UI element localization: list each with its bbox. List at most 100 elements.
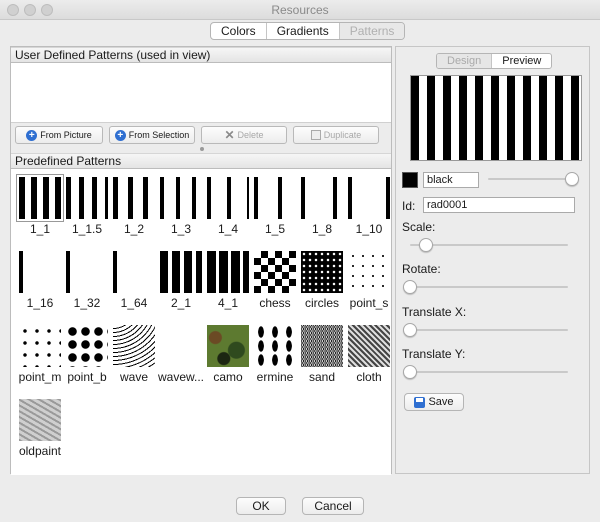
- tab-design[interactable]: Design: [437, 54, 493, 68]
- pattern-item[interactable]: chess: [250, 251, 300, 310]
- pattern-label: 4_1: [217, 296, 239, 310]
- resource-type-tabs: Colors Gradients Patterns: [210, 22, 406, 40]
- user-patterns-header: User Defined Patterns (used in view): [11, 47, 391, 63]
- pattern-label: 1_8: [311, 222, 333, 236]
- pattern-swatch: [254, 325, 296, 367]
- pattern-item[interactable]: camo: [203, 325, 253, 384]
- pattern-label: camo: [213, 370, 243, 384]
- delete-button[interactable]: ✕ Delete: [201, 126, 287, 144]
- pattern-label: 1_64: [120, 296, 148, 310]
- pattern-item[interactable]: 4_1: [203, 251, 253, 310]
- pattern-swatch: [16, 174, 64, 222]
- pattern-label: wave: [119, 370, 148, 384]
- translate-y-slider-track[interactable]: [410, 371, 568, 373]
- pattern-swatch: [207, 251, 249, 293]
- pattern-item[interactable]: 1_5: [250, 177, 300, 236]
- panel-splitter[interactable]: [11, 145, 391, 153]
- scale-slider-thumb[interactable]: [418, 238, 433, 252]
- user-patterns-list[interactable]: [11, 63, 391, 123]
- pattern-item[interactable]: 1_2: [109, 177, 159, 236]
- pattern-swatch: [301, 177, 343, 219]
- pattern-item[interactable]: wave: [109, 325, 159, 384]
- pattern-item[interactable]: 1_1.5: [62, 177, 112, 236]
- tab-gradients[interactable]: Gradients: [267, 23, 340, 39]
- id-field[interactable]: rad0001: [423, 197, 575, 213]
- pattern-swatch: [113, 251, 155, 293]
- pattern-item[interactable]: 1_4: [203, 177, 253, 236]
- color-name-field[interactable]: black: [423, 172, 479, 188]
- cancel-button[interactable]: Cancel: [302, 497, 364, 515]
- pattern-label: sand: [308, 370, 336, 384]
- duplicate-button[interactable]: Duplicate: [293, 126, 379, 144]
- pattern-item[interactable]: 1_1: [15, 174, 65, 236]
- pattern-label: ermine: [256, 370, 294, 384]
- pattern-swatch: [348, 251, 390, 293]
- color-swatch[interactable]: [402, 172, 418, 188]
- pattern-item[interactable]: cloth: [344, 325, 394, 384]
- pattern-label: circles: [304, 296, 339, 310]
- translate-x-slider-thumb[interactable]: [403, 323, 417, 337]
- pattern-label: chess: [259, 296, 291, 310]
- pattern-swatch: [301, 251, 343, 293]
- pattern-item[interactable]: point_s: [344, 251, 394, 310]
- pattern-label: cloth: [356, 370, 382, 384]
- pattern-item[interactable]: 1_64: [109, 251, 159, 310]
- pattern-item[interactable]: circles: [297, 251, 347, 310]
- color-slider-thumb[interactable]: [565, 172, 579, 186]
- translate-x-slider-track[interactable]: [410, 329, 568, 331]
- pattern-label: 1_32: [73, 296, 101, 310]
- pattern-swatch: [348, 325, 390, 367]
- pattern-swatch: [66, 251, 108, 293]
- pattern-label: 1_1: [29, 222, 51, 236]
- from-selection-label: From Selection: [128, 130, 190, 140]
- tab-patterns[interactable]: Patterns: [339, 23, 405, 39]
- ok-button[interactable]: OK: [236, 497, 286, 515]
- plus-icon: +: [114, 129, 126, 141]
- translate-y-label: Translate Y:: [402, 347, 466, 361]
- pattern-item[interactable]: ermine: [250, 325, 300, 384]
- pattern-label: point_m: [18, 370, 62, 384]
- pattern-item[interactable]: point_b: [62, 325, 112, 384]
- scale-slider-track[interactable]: [410, 244, 568, 246]
- pattern-swatch: [19, 325, 61, 367]
- pattern-swatch: [207, 177, 249, 219]
- pattern-swatch: [301, 325, 343, 367]
- tab-colors[interactable]: Colors: [211, 23, 267, 39]
- save-label: Save: [428, 396, 454, 408]
- pattern-label: point_s: [349, 296, 389, 310]
- pattern-swatch: [19, 251, 61, 293]
- pattern-item[interactable]: sand: [297, 325, 347, 384]
- save-button[interactable]: Save: [404, 393, 464, 411]
- translate-x-label: Translate X:: [402, 305, 467, 319]
- pattern-label: point_b: [67, 370, 107, 384]
- from-selection-button[interactable]: + From Selection: [109, 126, 195, 144]
- pattern-item[interactable]: 1_10: [344, 177, 394, 236]
- duplicate-label: Duplicate: [323, 130, 362, 140]
- pattern-label: 1_5: [264, 222, 286, 236]
- pattern-item[interactable]: 1_16: [15, 251, 65, 310]
- pattern-swatch: [113, 325, 155, 367]
- pattern-item[interactable]: oldpaint: [15, 399, 65, 458]
- pattern-swatch: [66, 325, 108, 367]
- pattern-label: oldpaint: [18, 444, 62, 458]
- from-picture-button[interactable]: + From Picture: [15, 126, 103, 144]
- pattern-item[interactable]: wavew...: [156, 325, 206, 384]
- pattern-swatch: [113, 177, 155, 219]
- color-slider-track[interactable]: [488, 178, 572, 180]
- pattern-item[interactable]: 1_8: [297, 177, 347, 236]
- pattern-label: 1_4: [217, 222, 239, 236]
- pattern-item[interactable]: 2_1: [156, 251, 206, 310]
- pattern-item[interactable]: 1_32: [62, 251, 112, 310]
- pattern-swatch: [66, 177, 108, 219]
- rotate-slider-thumb[interactable]: [403, 280, 417, 294]
- pattern-label: wavew...: [157, 370, 205, 384]
- pattern-preview: [410, 75, 582, 161]
- pattern-item[interactable]: point_m: [15, 325, 65, 384]
- tab-preview[interactable]: Preview: [492, 54, 551, 68]
- pattern-label: 1_16: [26, 296, 54, 310]
- rotate-slider-track[interactable]: [410, 286, 568, 288]
- pattern-item[interactable]: 1_3: [156, 177, 206, 236]
- translate-y-slider-thumb[interactable]: [403, 365, 417, 379]
- pattern-swatch: [160, 251, 202, 293]
- delete-label: Delete: [237, 130, 264, 140]
